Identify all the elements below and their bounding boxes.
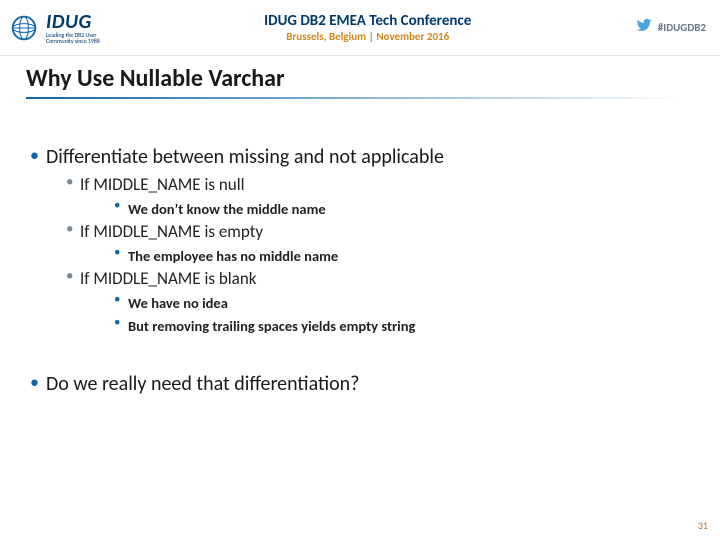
conference-title: IDUG DB2 EMEA Tech Conference [100, 12, 636, 30]
title-bar: Why Use Nullable Varchar [0, 56, 720, 95]
bullet-l1: Do we really need that differentiation? [26, 372, 694, 396]
logo-sub2: Community since 1988 [46, 38, 100, 44]
slide-title: Why Use Nullable Varchar [26, 64, 285, 93]
idug-logo: IDUG Leading the DB2 User Community sinc… [10, 12, 100, 44]
bullet-l3: But removing trailing spaces yields empt… [80, 314, 694, 336]
page-number: 31 [698, 519, 708, 532]
bullet-l2: If MIDDLE_NAME is blank We have no idea … [46, 267, 694, 336]
bullet-text: The employee has no middle name [128, 247, 338, 265]
bullet-text: Do we really need that differentiation? [46, 372, 359, 396]
conference-subtitle: Brussels, Belgium | November 2016 [100, 30, 636, 43]
bullet-l3: We don’t know the middle name [80, 197, 694, 219]
bullet-text: Differentiate between missing and not ap… [46, 145, 444, 169]
bullet-l2: If MIDDLE_NAME is null We don’t know the… [46, 173, 694, 219]
globe-icon [10, 14, 38, 42]
bullet-text: If MIDDLE_NAME is blank [80, 268, 256, 289]
bullet-l1: Differentiate between missing and not ap… [26, 145, 694, 336]
header-right: #IDUGDB2 [636, 17, 706, 38]
bullet-text: But removing trailing spaces yields empt… [128, 317, 415, 335]
bullet-l3: The employee has no middle name [80, 244, 694, 266]
bullet-text: We have no idea [128, 294, 228, 312]
bullet-text: If MIDDLE_NAME is null [80, 174, 245, 195]
slide-header: IDUG Leading the DB2 User Community sinc… [0, 0, 720, 56]
logo-text: IDUG [46, 12, 100, 32]
header-center: IDUG DB2 EMEA Tech Conference Brussels, … [100, 12, 636, 43]
bullet-text: If MIDDLE_NAME is empty [80, 221, 263, 242]
bullet-text: We don’t know the middle name [128, 200, 326, 218]
hashtag: #IDUGDB2 [658, 21, 706, 34]
twitter-icon [636, 17, 652, 38]
bullet-l2: If MIDDLE_NAME is empty The employee has… [46, 220, 694, 266]
slide-content: Differentiate between missing and not ap… [0, 99, 720, 396]
bullet-l3: We have no idea [80, 291, 694, 313]
